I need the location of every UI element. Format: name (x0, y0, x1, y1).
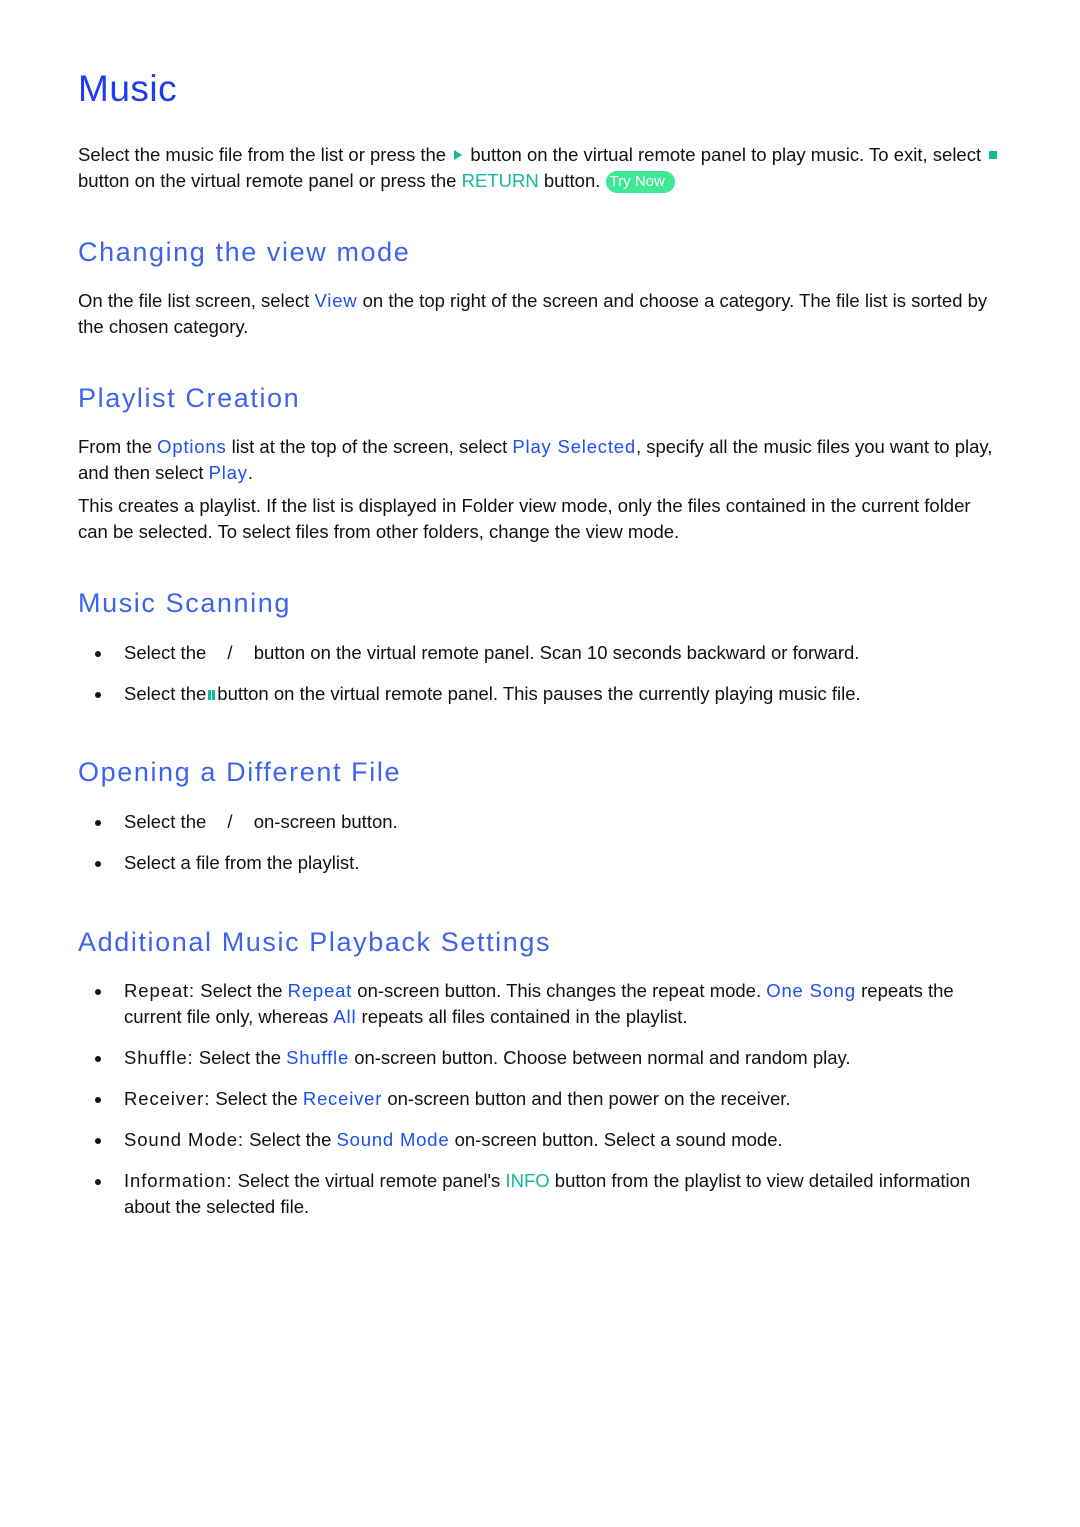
term-information: Information: (124, 1170, 233, 1191)
term-receiver: Receiver: (124, 1088, 211, 1109)
file-text-3: Select a file from the playlist. (124, 852, 360, 873)
receiver-button: Receiver (302, 1088, 383, 1109)
view-mode-text-1: On the file list screen, select (78, 290, 310, 311)
heading-playlist-creation: Playlist Creation (78, 383, 301, 413)
one-song-option: One Song (766, 980, 856, 1001)
term-repeat: Repeat: (124, 980, 196, 1001)
file-text-1: Select the (124, 811, 207, 832)
shuffle-text-2: on-screen button. Choose between normal … (354, 1047, 851, 1068)
scanning-list: Select the / button on the virtual remot… (78, 640, 1003, 707)
intro-text-3: button on the virtual remote panel or pr… (78, 170, 457, 191)
intro-text-1: Select the music file from the list or p… (78, 144, 447, 165)
options-menu: Options (157, 436, 227, 457)
list-item-sound-mode: Sound Mode: Select the Sound Mode on-scr… (78, 1127, 1003, 1153)
sound-mode-text-1: Select the (249, 1129, 332, 1150)
list-item-shuffle: Shuffle: Select the Shuffle on-screen bu… (78, 1045, 1003, 1071)
sound-mode-text-2: on-screen button. Select a sound mode. (454, 1129, 783, 1150)
file-text-2: on-screen button. (253, 811, 398, 832)
receiver-text-1: Select the (215, 1088, 298, 1109)
separator: / (227, 642, 233, 663)
different-file-list: Select the / on-screen button. Select a … (78, 809, 1003, 876)
try-now-button[interactable]: Try Now (605, 171, 675, 193)
page-title: Music (78, 68, 178, 109)
pause-icon (207, 690, 215, 700)
sound-mode-button: Sound Mode (336, 1129, 450, 1150)
information-text-1: Select the virtual remote panel's (237, 1170, 501, 1191)
repeat-text-1: Select the (200, 980, 283, 1001)
repeat-text-4: repeats all files contained in the playl… (361, 1006, 688, 1027)
list-item: Select a file from the playlist. (78, 850, 1003, 876)
playlist-text-4: . (247, 462, 253, 483)
term-shuffle: Shuffle: (124, 1047, 194, 1068)
pause-text-1: Select the (124, 683, 207, 704)
play-icon (454, 150, 463, 160)
scan-text-2: button on the virtual remote panel. Scan… (253, 642, 860, 663)
play-option: Play (208, 462, 248, 483)
view-mode-paragraph: On the file list screen, select View on … (78, 288, 1003, 340)
additional-settings-list: Repeat: Select the Repeat on-screen butt… (78, 978, 1003, 1220)
separator: / (227, 811, 233, 832)
playlist-text-2: list at the top of the screen, select (231, 436, 508, 457)
intro-text-2: button on the virtual remote panel to pl… (470, 144, 982, 165)
list-item: Select the button on the virtual remote p… (78, 681, 1003, 707)
all-option: All (333, 1006, 357, 1027)
playlist-text-1: From the (78, 436, 153, 457)
pause-text-2: button on the virtual remote panel. This… (217, 683, 861, 704)
receiver-text-2: on-screen button and then power on the r… (387, 1088, 791, 1109)
playlist-paragraph-2: This creates a playlist. If the list is … (78, 495, 971, 542)
repeat-text-2: on-screen button. This changes the repea… (357, 980, 762, 1001)
scan-text-1: Select the (124, 642, 207, 663)
list-item-information: Information: Select the virtual remote p… (78, 1168, 1003, 1220)
info-key: INFO (505, 1170, 550, 1191)
list-item-receiver: Receiver: Select the Receiver on-screen … (78, 1086, 1003, 1112)
heading-view-mode: Changing the view mode (78, 237, 411, 267)
intro-paragraph: Select the music file from the list or p… (78, 142, 1003, 194)
shuffle-text-1: Select the (198, 1047, 282, 1068)
intro-text-4: button. (543, 170, 601, 191)
playlist-paragraph-1: From the Options list at the top of the … (78, 434, 1003, 486)
return-key: RETURN (461, 170, 539, 191)
stop-icon (989, 151, 998, 159)
repeat-button: Repeat (287, 980, 353, 1001)
list-item: Select the / button on the virtual remot… (78, 640, 1003, 666)
term-sound-mode: Sound Mode: (124, 1129, 244, 1150)
view-option: View (314, 290, 358, 311)
list-item: Select the / on-screen button. (78, 809, 1003, 835)
list-item-repeat: Repeat: Select the Repeat on-screen butt… (78, 978, 1003, 1030)
heading-additional-settings: Additional Music Playback Settings (78, 927, 552, 957)
play-selected-option: Play Selected (512, 436, 636, 457)
shuffle-button: Shuffle (286, 1047, 350, 1068)
heading-music-scanning: Music Scanning (78, 588, 291, 618)
heading-opening-different-file: Opening a Different File (78, 757, 402, 787)
